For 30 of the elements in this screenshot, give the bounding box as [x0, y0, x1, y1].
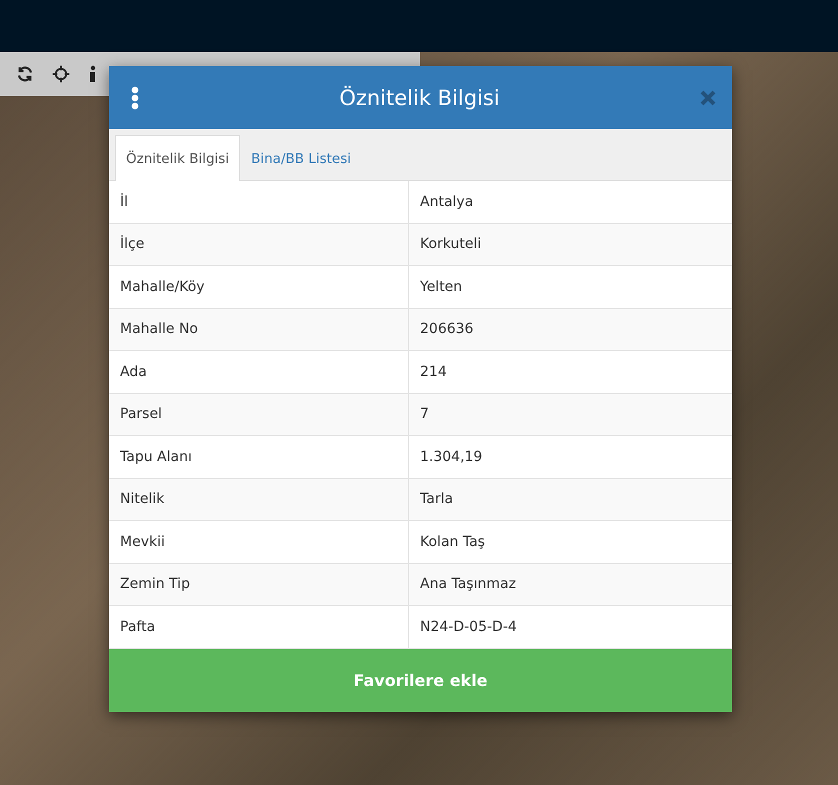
- attribute-label: Tapu Alanı: [119, 448, 193, 467]
- info-icon[interactable]: [88, 65, 98, 83]
- dialog-title: Öznitelik Bilgisi: [339, 86, 500, 110]
- attribute-label: Mevkii: [119, 532, 166, 552]
- attribute-value: Kolan Taş: [408, 521, 732, 562]
- attribute-value: Ana Taşınmaz: [408, 564, 732, 605]
- tab[interactable]: Öznitelik Bilgisi: [115, 135, 240, 181]
- attribute-label: Ada: [119, 362, 148, 382]
- attribute-label: Mahalle/Köy: [119, 278, 206, 297]
- attribute-label: Mahalle No: [119, 320, 199, 340]
- attribute-value: 214: [408, 351, 732, 392]
- attribute-value: 1.304,19: [408, 436, 732, 478]
- attribute-label: Pafta: [119, 618, 156, 637]
- attribute-label: Zemin Tip: [119, 575, 191, 594]
- refresh-icon[interactable]: [16, 65, 34, 83]
- attribute-value: N24-D-05-D-4: [408, 606, 732, 648]
- tab[interactable]: Bina/BB Listesi: [240, 135, 362, 181]
- attribute-label: İl: [119, 192, 130, 212]
- attribute-label: Nitelik: [119, 490, 166, 510]
- attribute-label: İlçe: [119, 234, 146, 254]
- attribute-value: 7: [408, 394, 732, 435]
- attribute-value: Korkuteli: [408, 224, 732, 265]
- add-favorites-button[interactable]: Favorilere ekle: [109, 648, 732, 712]
- menu-icon[interactable]: [131, 86, 139, 110]
- attribute-value: 206636: [408, 308, 732, 350]
- crosshair-icon[interactable]: [52, 65, 70, 83]
- attribute-value: Yelten: [408, 266, 732, 308]
- attribute-value: Antalya: [408, 181, 732, 222]
- attribute-value: Tarla: [408, 478, 732, 520]
- attribute-label: Parsel: [119, 405, 163, 424]
